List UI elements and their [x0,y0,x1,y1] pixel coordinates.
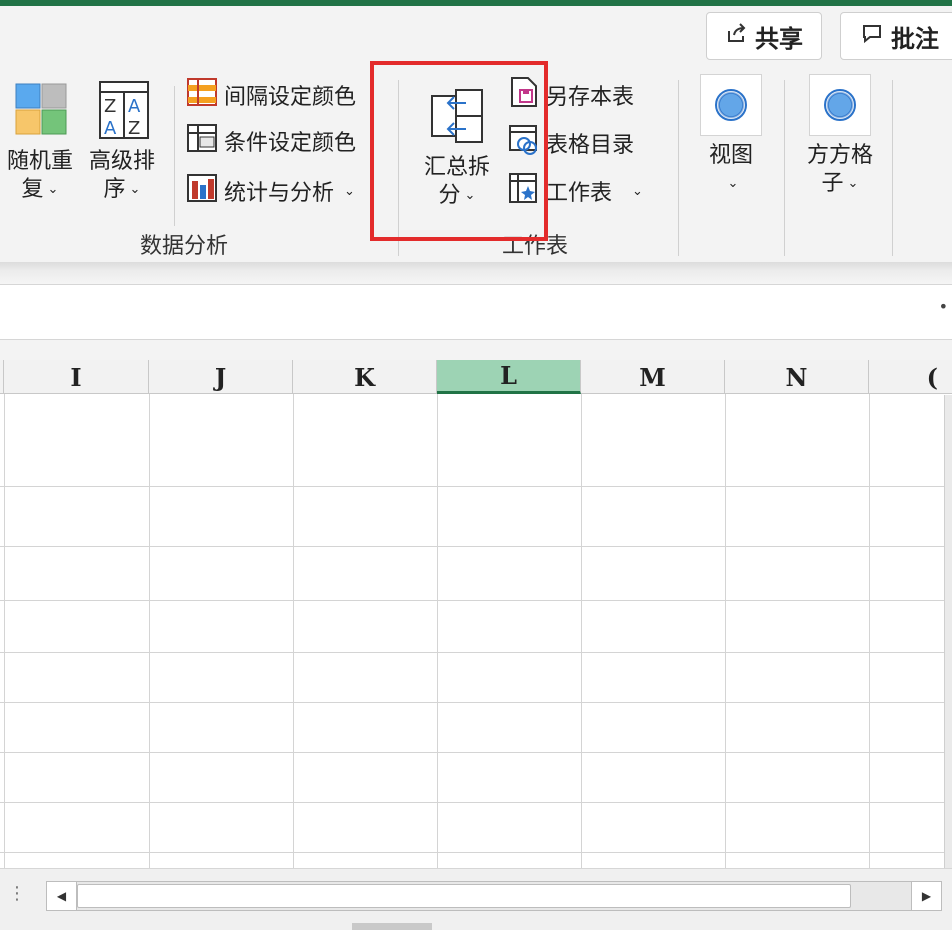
scroll-left-icon[interactable]: ◀ [47,882,77,910]
ribbon-separator [678,80,679,256]
sheet-bottom-bar: ⋮ ◀ ▶ [0,868,952,930]
advanced-sort-button[interactable]: Z A A Z 高级排 序 ⌄ [84,80,160,204]
share-label: 共享 [755,24,803,53]
interval-color-button[interactable]: 间隔设定颜色 [186,78,356,112]
column-header-I[interactable]: I [4,360,149,394]
stats-analysis-icon [186,173,218,209]
column-header-J[interactable]: J [149,360,293,394]
spreadsheet-window: 共享 批注 随机重 复 ⌄ Z A A Z 高级排 序 ⌄ 间隔设定颜色 条件设… [0,0,952,930]
grid-icon [809,74,871,136]
grid-line [293,394,294,870]
worksheet-label: 工作表 [546,181,613,206]
condition-color-icon [186,123,218,159]
grid-line [0,546,952,547]
formula-bar-expand-icon[interactable]: • [939,297,948,316]
grid-line [0,600,952,601]
interval-color-label: 间隔设定颜色 [224,85,357,110]
highlight-box [370,61,548,241]
column-header-K[interactable]: K [293,360,437,394]
view-button[interactable]: 视图 ⌄ [698,74,764,198]
chevron-down-icon: ⌄ [344,183,355,199]
sheet-tab-indicator[interactable] [352,923,432,930]
svg-text:A: A [128,96,141,117]
comment-icon [861,22,883,50]
save-sheet-label: 另存本表 [546,85,635,110]
scroll-right-icon[interactable]: ▶ [911,882,941,910]
grid-line [0,702,952,703]
chevron-down-icon: ⌄ [47,182,59,197]
stats-analysis-label: 统计与分析 [224,181,335,206]
condition-color-label: 条件设定颜色 [224,131,357,156]
table-directory-label: 表格目录 [546,133,635,158]
column-header-O[interactable]: ( [869,360,952,394]
column-header-row: I J K L M N ( [0,360,952,394]
random-repeat-icon [10,80,70,148]
grid-line [149,394,150,870]
ribbon-separator [784,80,785,256]
column-header-M[interactable]: M [581,360,725,394]
grid-line [0,802,952,803]
grid-line [0,652,952,653]
vertical-scrollbar[interactable] [944,395,952,875]
column-header-L[interactable]: L [437,360,581,394]
drag-handle-icon[interactable]: ⋮ [8,883,26,904]
view-label: 视图 [708,143,753,168]
ribbon-separator [892,80,893,256]
grid-line [0,752,952,753]
grid-line [437,394,438,870]
random-repeat-label: 随机重 复 ⌄ [6,149,73,202]
chevron-down-icon: ⌄ [847,176,859,191]
svg-text:A: A [104,118,117,139]
chevron-down-icon: ⌄ [632,183,643,199]
formula-bar[interactable]: • [0,284,952,340]
chevron-down-icon: ⌄ [727,176,739,191]
grid-line [869,394,870,870]
comment-label: 批注 [891,24,939,53]
share-icon [725,22,747,50]
svg-text:Z: Z [104,96,116,117]
horizontal-scroll-thumb[interactable] [77,884,851,908]
view-icon [700,74,762,136]
data-analysis-group-label: 数据分析 [140,234,229,259]
advanced-sort-label: 高级排 序 ⌄ [88,149,155,202]
horizontal-scrollbar[interactable]: ◀ ▶ [46,881,942,911]
chevron-down-icon: ⌄ [129,182,141,197]
svg-text:Z: Z [128,118,140,139]
ribbon-shadow [0,262,952,284]
stats-analysis-button[interactable]: 统计与分析 ⌄ [186,174,355,208]
grid-line [4,394,5,870]
grid-line [725,394,726,870]
grid-line [0,486,952,487]
ribbon: 共享 批注 随机重 复 ⌄ Z A A Z 高级排 序 ⌄ 间隔设定颜色 条件设… [0,6,952,262]
comment-button[interactable]: 批注 [840,12,952,60]
grid-button[interactable]: 方方格 子 ⌄ [800,74,880,198]
sheet-grid[interactable]: I J K L M N ( [0,360,952,870]
advanced-sort-icon: Z A A Z [92,80,152,148]
condition-color-button[interactable]: 条件设定颜色 [186,124,356,158]
grid-line [581,394,582,870]
column-header-N[interactable]: N [725,360,869,394]
grid-line [0,852,952,853]
grid-label: 方方格 子 ⌄ [806,143,873,196]
ribbon-separator [174,86,175,226]
random-repeat-button[interactable]: 随机重 复 ⌄ [2,80,78,204]
interval-color-icon [186,77,218,113]
share-button[interactable]: 共享 [706,12,822,60]
